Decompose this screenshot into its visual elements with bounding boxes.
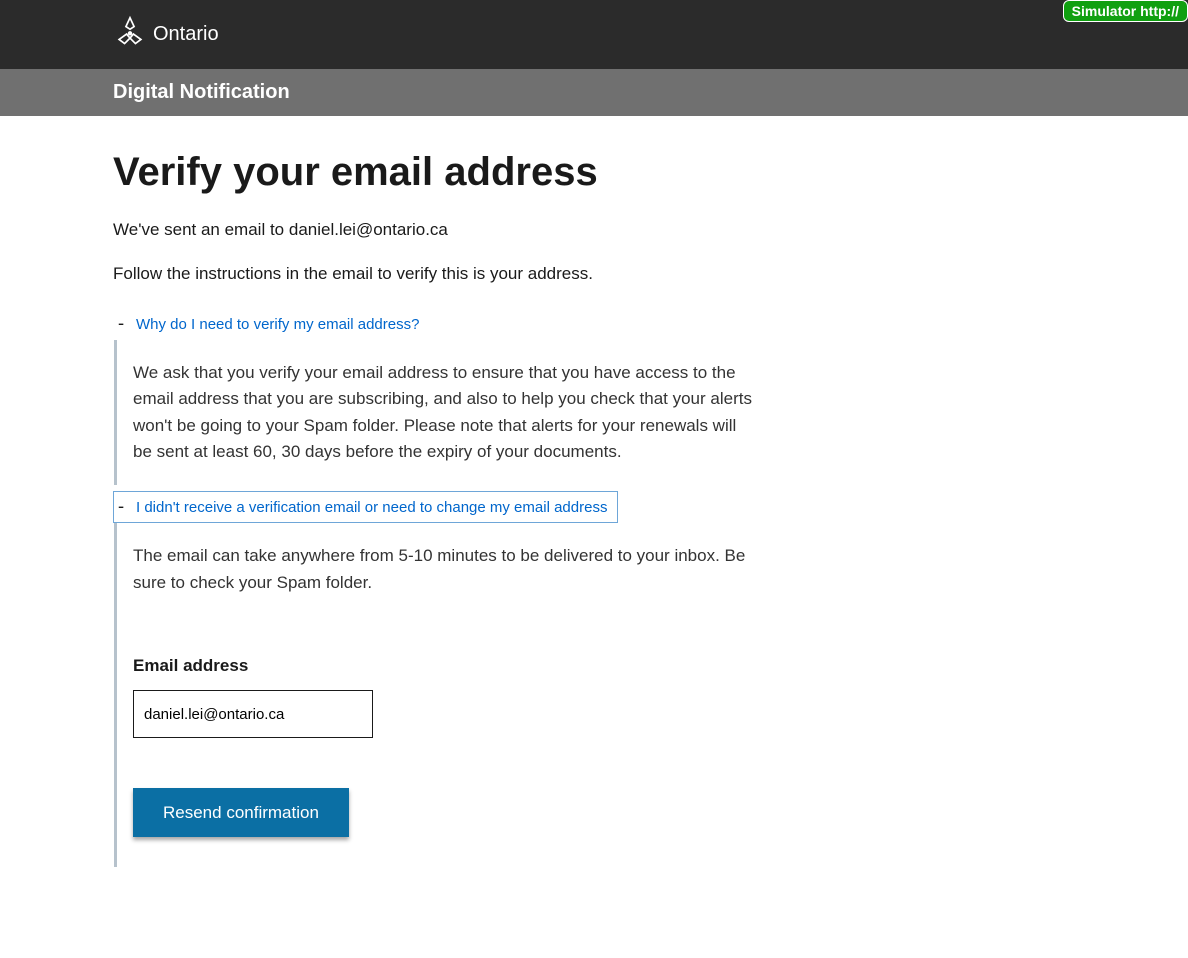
- brand-logo[interactable]: Ontario: [113, 15, 219, 54]
- email-field-label: Email address: [133, 656, 754, 676]
- top-bar: Ontario Simulator http://: [0, 0, 1188, 69]
- intro-line-2: Follow the instructions in the email to …: [113, 264, 883, 284]
- accordion-body-text: The email can take anywhere from 5-10 mi…: [133, 543, 754, 596]
- minus-icon: -: [114, 315, 128, 333]
- sub-bar: Digital Notification: [0, 69, 1188, 116]
- trillium-icon: [113, 15, 147, 54]
- accordion-body-no-email: The email can take anywhere from 5-10 mi…: [114, 523, 754, 867]
- accordion-item-no-email: - I didn't receive a verification email …: [113, 491, 883, 867]
- brand-text: Ontario: [153, 23, 219, 46]
- accordion-toggle-why-verify[interactable]: - Why do I need to verify my email addre…: [113, 308, 430, 340]
- email-field[interactable]: [133, 690, 373, 738]
- resend-confirmation-button[interactable]: Resend confirmation: [133, 788, 349, 837]
- simulator-badge: Simulator http://: [1063, 0, 1188, 22]
- accordion: - Why do I need to verify my email addre…: [113, 308, 883, 867]
- accordion-label: Why do I need to verify my email address…: [136, 316, 419, 333]
- accordion-toggle-no-email[interactable]: - I didn't receive a verification email …: [113, 491, 618, 523]
- main-content: Verify your email address We've sent an …: [0, 116, 996, 933]
- intro-block: We've sent an email to daniel.lei@ontari…: [113, 220, 883, 284]
- app-name: Digital Notification: [113, 81, 290, 104]
- minus-icon: -: [114, 498, 128, 516]
- page-title: Verify your email address: [113, 148, 883, 196]
- accordion-label: I didn't receive a verification email or…: [136, 499, 607, 516]
- accordion-body-text: We ask that you verify your email addres…: [133, 360, 754, 465]
- accordion-body-why-verify: We ask that you verify your email addres…: [114, 340, 754, 485]
- accordion-item-why-verify: - Why do I need to verify my email addre…: [113, 308, 883, 485]
- intro-line-1: We've sent an email to daniel.lei@ontari…: [113, 220, 883, 240]
